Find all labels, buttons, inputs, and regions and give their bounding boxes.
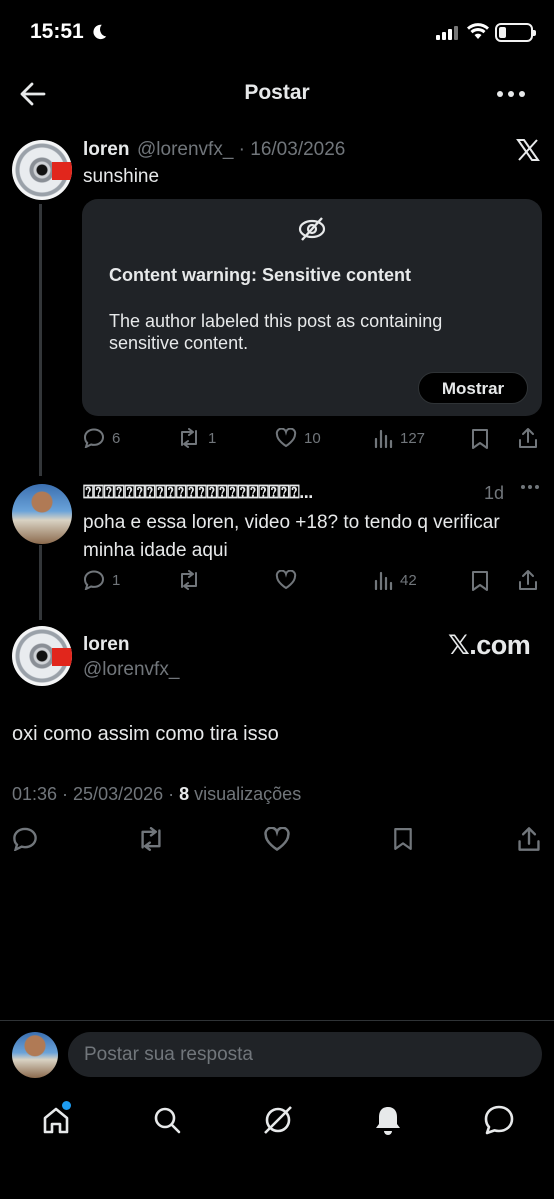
views-count: 42 bbox=[400, 571, 417, 589]
display-name[interactable]: ⍰⍰⍰⍰⍰⍰⍰⍰⍰⍰⍰⍰⍰⍰⍰⍰⍰⍰⍰⍰⍰... bbox=[83, 482, 313, 503]
post-meta: 01:36 · 25/03/2026 · 8 visualizações bbox=[12, 784, 301, 805]
share-icon[interactable] bbox=[517, 427, 539, 449]
display-name[interactable]: loren bbox=[83, 139, 129, 161]
grok-icon[interactable] bbox=[261, 1103, 295, 1137]
status-bar: 15:51 bbox=[0, 0, 554, 62]
x-com-brand: 𝕏.com bbox=[448, 630, 531, 660]
repost-icon bbox=[181, 428, 197, 448]
share-icon[interactable] bbox=[516, 826, 542, 852]
like-icon bbox=[275, 428, 297, 448]
avatar[interactable] bbox=[12, 626, 72, 686]
repost-icon[interactable] bbox=[136, 827, 166, 851]
search-icon[interactable] bbox=[151, 1104, 183, 1136]
divider bbox=[0, 1020, 554, 1021]
post-time[interactable]: 1d bbox=[484, 483, 504, 504]
reply-input[interactable]: Postar sua resposta bbox=[68, 1032, 542, 1077]
page-title: Postar bbox=[244, 81, 310, 104]
post-text: poha e essa loren, video +18? to tendo q… bbox=[83, 512, 500, 561]
post-timestamp: 01:36 · 25/03/2026 · bbox=[12, 784, 180, 804]
bookmark-icon[interactable] bbox=[392, 826, 414, 852]
share-icon[interactable] bbox=[517, 569, 539, 591]
repost-icon bbox=[181, 570, 197, 590]
handle[interactable]: @lorenvfx_ bbox=[83, 659, 179, 681]
reply-icon bbox=[83, 428, 105, 448]
views-icon bbox=[374, 429, 393, 448]
show-button[interactable]: Mostrar bbox=[418, 372, 528, 404]
views-count: 127 bbox=[400, 429, 426, 447]
thread-line bbox=[39, 545, 42, 620]
views-button[interactable]: 127 bbox=[373, 428, 425, 448]
reply-icon[interactable] bbox=[12, 827, 38, 851]
like-icon[interactable] bbox=[263, 827, 291, 852]
notification-dot bbox=[62, 1101, 71, 1110]
status-time: 15:51 bbox=[30, 20, 84, 43]
battery-icon bbox=[495, 23, 536, 42]
warning-description: The author labeled this post as containi… bbox=[109, 311, 443, 353]
views-label: visualizações bbox=[189, 784, 302, 804]
avatar[interactable] bbox=[12, 140, 72, 200]
wifi-icon bbox=[467, 23, 489, 39]
signal-icon bbox=[436, 26, 458, 40]
handle-date[interactable]: @lorenvfx_ · 16/03/2026 bbox=[137, 139, 345, 161]
bookmark-icon[interactable] bbox=[470, 570, 490, 592]
avatar[interactable] bbox=[12, 484, 72, 544]
eye-slash-icon bbox=[298, 217, 326, 241]
reply-button[interactable]: 6 bbox=[83, 428, 120, 448]
reply-button[interactable]: 1 bbox=[83, 570, 120, 590]
views-count: 8 bbox=[179, 784, 190, 804]
post-text: oxi como assim como tira isso bbox=[12, 723, 279, 745]
like-count: 10 bbox=[304, 429, 321, 447]
views-icon bbox=[374, 571, 393, 590]
repost-button[interactable]: 1 bbox=[177, 428, 216, 448]
bookmark-icon[interactable] bbox=[470, 428, 490, 450]
messages-icon[interactable] bbox=[482, 1104, 516, 1136]
thread-line bbox=[39, 204, 42, 476]
x-logo-icon bbox=[516, 139, 540, 161]
bell-icon[interactable] bbox=[372, 1103, 404, 1137]
avatar[interactable] bbox=[12, 1032, 58, 1078]
repost-button[interactable] bbox=[177, 570, 201, 590]
more-icon[interactable] bbox=[520, 484, 540, 490]
post-text: sunshine bbox=[83, 166, 160, 187]
repost-count: 1 bbox=[208, 429, 217, 447]
more-icon[interactable] bbox=[494, 84, 528, 104]
reply-count: 1 bbox=[112, 571, 121, 589]
moon-icon bbox=[93, 24, 107, 40]
like-button[interactable] bbox=[275, 570, 297, 590]
warning-title: Content warning: Sensitive content bbox=[109, 265, 412, 285]
views-button[interactable]: 42 bbox=[373, 570, 417, 590]
reply-icon bbox=[83, 570, 105, 590]
like-button[interactable]: 10 bbox=[275, 428, 321, 448]
display-name[interactable]: loren bbox=[83, 634, 129, 656]
like-icon bbox=[275, 570, 297, 590]
reply-count: 6 bbox=[112, 429, 121, 447]
